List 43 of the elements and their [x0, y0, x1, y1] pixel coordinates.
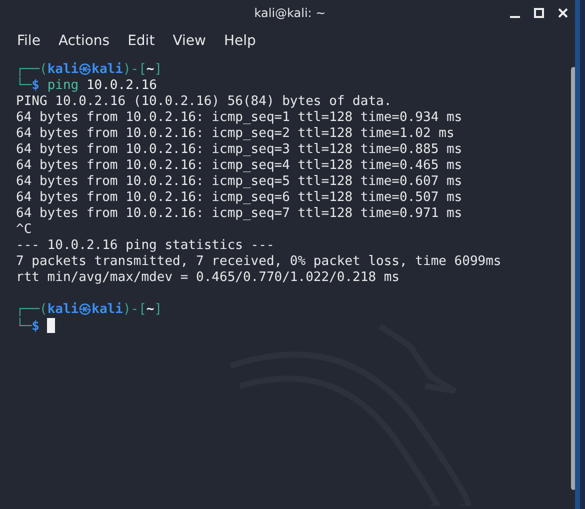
prompt-directory: ~ [146, 302, 154, 317]
prompt-sign: $ [32, 319, 40, 334]
prompt-decoration: ┌──( [16, 302, 48, 317]
output-line: 64 bytes from 10.0.2.16: icmp_seq=1 ttl=128 time=0.934 ms [16, 110, 464, 126]
output-line: 64 bytes from 10.0.2.16: icmp_seq=4 ttl=128 time=0.465 ms [16, 158, 464, 174]
output-line: 7 packets transmitted, 7 received, 0% packet loss, time 6099ms [16, 254, 502, 270]
prompt-decoration: ┌──( [16, 62, 48, 77]
prompt-decoration: )-[ [122, 302, 146, 317]
prompt-user: kali [47, 62, 79, 77]
prompt-decoration: └─ [16, 78, 32, 93]
prompt-decoration: └─ [16, 319, 32, 334]
command-name: ping [47, 78, 79, 93]
minimize-icon [510, 16, 520, 18]
window-title: kali@kali: ~ [254, 6, 326, 20]
output-line: rtt min/avg/max/mdev = 0.465/0.770/1.022/0.218 ms [16, 270, 401, 286]
output-line: PING 10.0.2.16 (10.0.2.16) 56(84) bytes of data. [16, 94, 393, 110]
maximize-icon [534, 8, 544, 18]
prompt-user: kali [47, 302, 79, 317]
output-line: 64 bytes from 10.0.2.16: icmp_seq=7 ttl=128 time=0.971 ms [16, 206, 464, 222]
menu-item[interactable]: Actions [58, 33, 119, 49]
output-line: --- 10.0.2.16 ping statistics --- [16, 238, 276, 254]
close-icon [558, 8, 568, 18]
output-line: 64 bytes from 10.0.2.16: icmp_seq=5 ttl=128 time=0.607 ms [16, 174, 464, 190]
prompt-decoration: ] [154, 62, 162, 77]
menu-item[interactable]: Help [224, 33, 265, 49]
prompt-decoration: ] [154, 302, 162, 317]
output-line: 64 bytes from 10.0.2.16: icmp_seq=3 ttl=128 time=0.885 ms [16, 142, 464, 158]
prompt-host: kali [92, 302, 123, 317]
menu-item[interactable]: View [172, 33, 215, 49]
output-line: 64 bytes from 10.0.2.16: icmp_seq=2 ttl=128 time=1.02 ms [16, 126, 456, 142]
prompt-separator: ㉿ [78, 302, 92, 317]
menu-item[interactable]: Edit [128, 33, 164, 49]
prompt-directory: ~ [146, 62, 154, 77]
prompt-sign: $ [32, 78, 40, 93]
maximize-button[interactable] [532, 6, 546, 20]
command-argument: 10.0.2.16 [86, 78, 157, 93]
prompt-decoration: )-[ [122, 62, 146, 77]
prompt-separator: ㉿ [78, 62, 92, 77]
menu-item[interactable]: File [17, 33, 50, 49]
output-line: 64 bytes from 10.0.2.16: icmp_seq=6 ttl=128 time=0.507 ms [16, 190, 464, 206]
output-line: ^C [16, 222, 33, 238]
prompt-host: kali [92, 62, 123, 77]
close-button[interactable] [556, 6, 570, 20]
